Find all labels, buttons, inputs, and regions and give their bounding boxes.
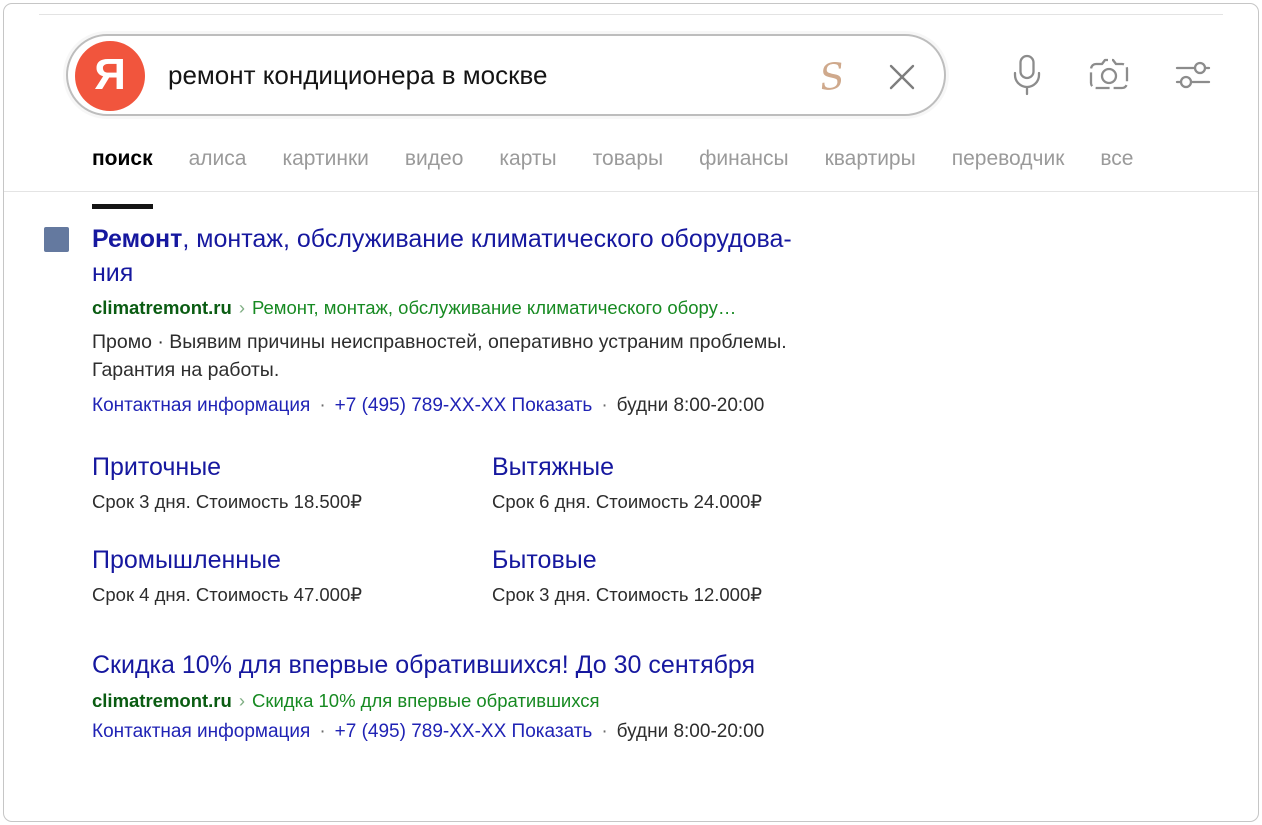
sitelink-promyshlennye: Промышленные Срок 4 дня. Стоимость 47.00… — [92, 543, 492, 606]
yandex-logo[interactable]: Я — [75, 41, 145, 111]
result-title-link[interactable]: Скидка 10% для впервые обратившихся! До … — [92, 648, 1198, 682]
tab-images[interactable]: картинки — [282, 147, 368, 191]
result-domain-link[interactable]: climatremont.ru — [92, 297, 232, 318]
search-result-2: Скидка 10% для впервые обратившихся! До … — [4, 648, 1258, 743]
result-path-link[interactable]: Скидка 10% для впервые обратившихся — [252, 690, 600, 711]
phone-show-link[interactable]: +7 (495) 789-XX-XX Показать — [335, 721, 593, 742]
search-tabs-bar: поиск алиса картинки видео карты товары … — [4, 141, 1258, 192]
result-title-bold: Ремонт — [92, 225, 182, 253]
tab-all[interactable]: все — [1100, 147, 1133, 191]
site-favicon — [44, 227, 69, 252]
sitelinks-grid: Приточные Срок 3 дня. Стоимость 18.500₽ … — [92, 450, 1258, 606]
search-settings-button[interactable] — [1170, 52, 1216, 98]
sitelink-description: Срок 4 дня. Стоимость 47.000₽ — [92, 584, 492, 606]
search-input[interactable]: ремонт кондиционера в москве — [168, 36, 548, 114]
dot-separator: · — [592, 395, 616, 416]
results-area: Ремонт, монтаж, обслуживание климатическ… — [4, 192, 1258, 821]
sitelink-pritochnye: Приточные Срок 3 дня. Стоимость 18.500₽ — [92, 450, 492, 513]
sitelink-bytovye: Бытовые Срок 3 дня. Стоимость 12.000₽ — [492, 543, 1258, 606]
search-bar[interactable]: Я ремонт кондиционера в москве S — [66, 34, 946, 116]
dot-separator: · — [310, 721, 334, 742]
close-icon — [885, 60, 919, 94]
filters-tuner-icon — [1173, 57, 1213, 93]
yandex-logo-letter: Я — [94, 53, 126, 100]
voice-search-button[interactable] — [1004, 52, 1050, 98]
result-path-link[interactable]: Ремонт, монтаж, обслуживание климатическ… — [252, 297, 736, 318]
working-hours: будни 8:00-20:00 — [617, 721, 765, 742]
working-hours: будни 8:00-20:00 — [617, 395, 765, 416]
sitelink-title-link[interactable]: Вытяжные — [492, 450, 1258, 484]
sitelink-description: Срок 3 дня. Стоимость 12.000₽ — [492, 584, 1258, 606]
sitelink-vytyazhnye: Вытяжные Срок 6 дня. Стоимость 24.000₽ — [492, 450, 1258, 513]
search-header: Я ремонт кондиционера в москве S — [4, 34, 1258, 116]
breadcrumb-separator: › — [232, 297, 252, 318]
sitelink-description: Срок 3 дня. Стоимость 18.500₽ — [92, 491, 492, 513]
image-search-button[interactable] — [1086, 52, 1132, 98]
result-title-rest: , монтаж, обслуживание климатического об… — [92, 225, 792, 287]
phone-show-link[interactable]: +7 (495) 789-XX-XX Показать — [335, 395, 593, 416]
sitelink-title-link[interactable]: Приточные — [92, 450, 492, 484]
sitelink-description: Срок 6 дня. Стоимость 24.000₽ — [492, 491, 1258, 513]
tab-video[interactable]: видео — [405, 147, 464, 191]
search-result-1: Ремонт, монтаж, обслуживание климатическ… — [4, 222, 1258, 417]
breadcrumb: climatremont.ru›Ремонт, монтаж, обслужив… — [92, 297, 1198, 319]
tab-alice[interactable]: алиса — [189, 147, 247, 191]
tab-goods[interactable]: товары — [593, 147, 663, 191]
result-title-link[interactable]: Ремонт, монтаж, обслуживание климатическ… — [92, 222, 1198, 290]
sitelink-title-link[interactable]: Бытовые — [492, 543, 1258, 577]
top-divider — [39, 14, 1223, 15]
tab-maps[interactable]: карты — [499, 147, 556, 191]
tab-search[interactable]: поиск — [92, 147, 153, 191]
contact-info-line: Контактная информация·+7 (495) 789-XX-XX… — [92, 395, 1198, 417]
keyboard-layout-icon[interactable]: S — [808, 50, 857, 104]
contact-info-line: Контактная информация·+7 (495) 789-XX-XX… — [92, 721, 1198, 743]
breadcrumb-separator: › — [232, 690, 252, 711]
result-description: Промо · Выявим причины неисправностей, о… — [92, 328, 1198, 384]
clear-search-button[interactable] — [880, 55, 924, 99]
tab-finance[interactable]: финансы — [699, 147, 788, 191]
dot-separator: · — [310, 395, 334, 416]
sitelink-title-link[interactable]: Промышленные — [92, 543, 492, 577]
tab-apartments[interactable]: квартиры — [825, 147, 916, 191]
yandex-serp-window: Я ремонт кондиционера в москве S — [3, 3, 1259, 822]
microphone-icon — [1009, 53, 1045, 97]
dot-separator: · — [592, 721, 616, 742]
camera-icon — [1088, 55, 1130, 95]
contact-info-link[interactable]: Контактная информация — [92, 395, 310, 416]
breadcrumb: climatremont.ru›Скидка 10% для впервые о… — [92, 690, 1198, 712]
tab-translator[interactable]: переводчик — [952, 147, 1065, 191]
result-domain-link[interactable]: climatremont.ru — [92, 690, 232, 711]
contact-info-link[interactable]: Контактная информация — [92, 721, 310, 742]
